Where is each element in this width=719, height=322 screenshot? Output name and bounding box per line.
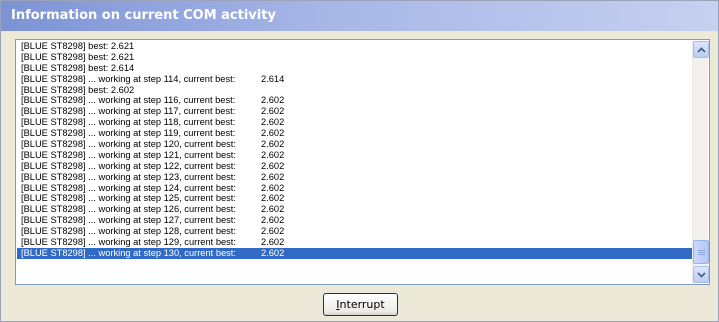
log-line-text: [BLUE ST8298] ... working at step 118, c… <box>21 117 236 128</box>
log-line[interactable]: [BLUE ST8298] ... working at step 123, c… <box>17 172 692 183</box>
thumb-grip-line <box>698 250 705 251</box>
log-line-value: 2.614 <box>261 73 285 84</box>
log-line-value: 2.602 <box>261 247 285 258</box>
log-line[interactable]: [BLUE ST8298] ... working at step 126, c… <box>17 204 692 215</box>
interrupt-button[interactable]: Interrupt <box>323 293 398 316</box>
log-line-value: 2.602 <box>261 215 285 226</box>
log-line[interactable]: [BLUE ST8298] ... working at step 124, c… <box>17 183 692 194</box>
log-line-text: [BLUE ST8298] ... working at step 120, c… <box>21 139 236 150</box>
log-line-text: [BLUE ST8298] ... working at step 114, c… <box>21 73 236 84</box>
log-line[interactable]: [BLUE ST8298] ... working at step 127, c… <box>17 215 692 226</box>
log-line-text: [BLUE ST8298] ... working at step 117, c… <box>21 106 236 117</box>
log-line[interactable]: [BLUE ST8298] ... working at step 122, c… <box>17 161 692 172</box>
log-line-text: [BLUE ST8298] best: 2.621 <box>21 41 135 51</box>
log-line-value: 2.602 <box>261 95 285 106</box>
log-line[interactable]: [BLUE ST8298] ... working at step 119, c… <box>17 128 692 139</box>
log-line[interactable]: [BLUE ST8298] ... working at step 129, c… <box>17 237 692 248</box>
log-line[interactable]: [BLUE ST8298] ... working at step 125, c… <box>17 193 692 204</box>
scroll-down-button[interactable] <box>693 266 709 283</box>
log-line[interactable]: [BLUE ST8298] ... working at step 121, c… <box>17 150 692 161</box>
log-line-text: [BLUE ST8298] ... working at step 121, c… <box>21 149 236 160</box>
chevron-up-icon <box>696 46 706 53</box>
thumb-grip-line <box>698 252 705 253</box>
log-line[interactable]: [BLUE ST8298] ... working at step 117, c… <box>17 106 692 117</box>
scrollbar-thumb[interactable] <box>693 240 709 264</box>
title-bar[interactable]: Information on current COM activity <box>1 1 718 31</box>
log-line[interactable]: [BLUE ST8298] best: 2.602 <box>17 85 692 96</box>
log-line-value: 2.602 <box>261 139 285 150</box>
log-line[interactable]: [BLUE ST8298] best: 2.621 <box>17 52 692 63</box>
log-line-text: [BLUE ST8298] ... working at step 130, c… <box>21 247 236 258</box>
log-line-text: [BLUE ST8298] ... working at step 127, c… <box>21 215 236 226</box>
log-line[interactable]: [BLUE ST8298] ... working at step 120, c… <box>17 139 692 150</box>
log-line-value: 2.602 <box>261 193 285 204</box>
log-line-value: 2.602 <box>261 226 285 237</box>
log-line-value: 2.602 <box>261 117 285 128</box>
thumb-grip-line <box>698 254 705 255</box>
vertical-scrollbar[interactable] <box>692 41 709 283</box>
log-line-value: 2.602 <box>261 149 285 160</box>
log-line-value: 2.602 <box>261 171 285 182</box>
log-line[interactable]: [BLUE ST8298] ... working at step 118, c… <box>17 117 692 128</box>
log-line[interactable]: [BLUE ST8298] ... working at step 130, c… <box>17 247 692 259</box>
log-line-text: [BLUE ST8298] ... working at step 123, c… <box>21 171 236 182</box>
window-title: Information on current COM activity <box>11 8 276 23</box>
log-line[interactable]: [BLUE ST8298] best: 2.614 <box>17 63 692 74</box>
log-line-value: 2.602 <box>261 106 285 117</box>
log-line-text: [BLUE ST8298] ... working at step 119, c… <box>21 128 236 139</box>
activity-log-list[interactable]: [BLUE ST8298] best: 2.621 [BLUE ST8298] b… <box>17 41 692 283</box>
log-line-value: 2.602 <box>261 128 285 139</box>
log-line[interactable]: [BLUE ST8298] best: 2.621 <box>17 41 692 52</box>
log-line-text: [BLUE ST8298] ... working at step 126, c… <box>21 204 236 215</box>
log-line[interactable]: [BLUE ST8298] ... working at step 116, c… <box>17 95 692 106</box>
log-line-value: 2.602 <box>261 237 285 248</box>
log-line-text: [BLUE ST8298] best: 2.602 <box>21 84 135 95</box>
log-line[interactable]: [BLUE ST8298] ... working at step 114, c… <box>17 74 692 85</box>
log-line-text: [BLUE ST8298] ... working at step 125, c… <box>21 193 236 204</box>
log-line-text: [BLUE ST8298] ... working at step 129, c… <box>21 237 236 248</box>
log-line[interactable]: [BLUE ST8298] ... working at step 128, c… <box>17 226 692 237</box>
log-line-text: [BLUE ST8298] ... working at step 116, c… <box>21 95 236 106</box>
log-line-value: 2.602 <box>261 160 285 171</box>
log-line-value: 2.602 <box>261 182 285 193</box>
log-line-text: [BLUE ST8298] best: 2.621 <box>21 51 135 62</box>
activity-log-box[interactable]: [BLUE ST8298] best: 2.621 [BLUE ST8298] b… <box>15 39 710 285</box>
interrupt-button-label: nterrupt <box>339 298 385 311</box>
log-line-text: [BLUE ST8298] best: 2.614 <box>21 62 135 73</box>
log-line-text: [BLUE ST8298] ... working at step 124, c… <box>21 182 236 193</box>
log-line-text: [BLUE ST8298] ... working at step 128, c… <box>21 226 236 237</box>
scroll-up-button[interactable] <box>693 41 709 58</box>
log-line-text: [BLUE ST8298] ... working at step 122, c… <box>21 160 236 171</box>
chevron-down-icon <box>696 271 706 278</box>
log-line-value: 2.602 <box>261 204 285 215</box>
com-activity-window: Information on current COM activity [BLU… <box>0 0 719 322</box>
